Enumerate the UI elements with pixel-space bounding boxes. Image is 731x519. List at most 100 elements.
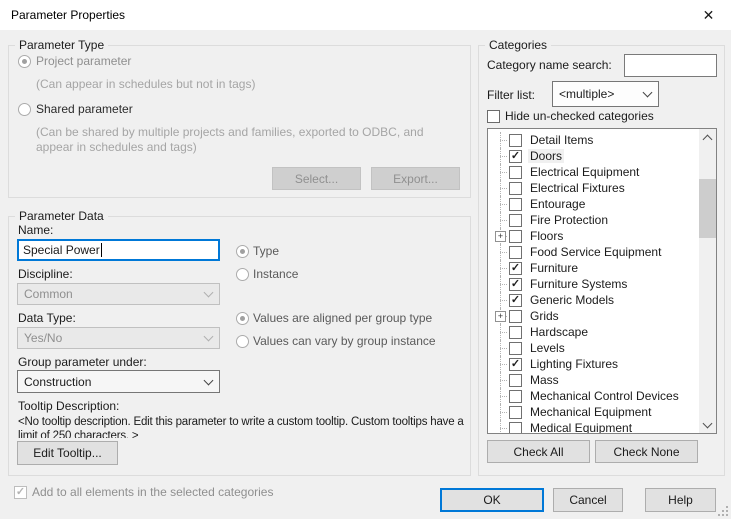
title-bar: Parameter Properties ✕ bbox=[0, 0, 731, 30]
expand-icon[interactable]: + bbox=[492, 308, 509, 324]
category-checkbox[interactable] bbox=[509, 325, 522, 339]
category-checkbox[interactable] bbox=[509, 309, 522, 323]
name-input[interactable]: Special Power bbox=[17, 239, 220, 261]
category-row[interactable]: Mechanical Equipment bbox=[488, 404, 699, 420]
type-radio-label: Type bbox=[253, 244, 280, 258]
category-row[interactable]: Detail Items bbox=[488, 132, 699, 148]
check-all-button[interactable]: Check All bbox=[487, 440, 590, 463]
tree-connector bbox=[492, 388, 509, 404]
category-checkbox[interactable] bbox=[509, 197, 522, 211]
project-parameter-desc: (Can appear in schedules but not in tags… bbox=[36, 77, 256, 91]
category-row[interactable]: ✓ Doors bbox=[488, 148, 699, 164]
expand-icon[interactable]: + bbox=[492, 228, 509, 244]
data-type-value: Yes/No bbox=[24, 331, 63, 345]
add-to-all-checkbox[interactable]: ✓ bbox=[14, 486, 27, 499]
category-row[interactable]: ✓ Generic Models bbox=[488, 292, 699, 308]
tree-connector bbox=[492, 180, 509, 196]
category-row[interactable]: Entourage bbox=[488, 196, 699, 212]
category-tree-rows: Detail Items ✓ Doors Electrical Equipment El… bbox=[488, 132, 699, 433]
category-label: Food Service Equipment bbox=[530, 245, 662, 259]
category-row[interactable]: Mechanical Control Devices bbox=[488, 388, 699, 404]
scrollbar[interactable] bbox=[699, 129, 716, 433]
data-type-label: Data Type: bbox=[18, 311, 76, 325]
instance-radio-label: Instance bbox=[253, 267, 299, 281]
values-aligned-radio-label: Values are aligned per group type bbox=[253, 311, 433, 325]
category-checkbox[interactable] bbox=[509, 245, 522, 259]
export-button[interactable]: Export... bbox=[371, 167, 460, 190]
category-label: Detail Items bbox=[530, 133, 594, 147]
category-row[interactable]: ✓ Lighting Fixtures bbox=[488, 356, 699, 372]
values-vary-radio[interactable] bbox=[236, 335, 249, 348]
category-row[interactable]: Levels bbox=[488, 340, 699, 356]
resize-grip-icon[interactable] bbox=[718, 506, 728, 516]
category-checkbox[interactable] bbox=[509, 421, 522, 433]
category-row[interactable]: ✓ Furniture Systems bbox=[488, 276, 699, 292]
category-row[interactable]: Electrical Equipment bbox=[488, 164, 699, 180]
category-checkbox[interactable]: ✓ bbox=[509, 261, 522, 275]
category-row[interactable]: Medical Equipment bbox=[488, 420, 699, 433]
cancel-button[interactable]: Cancel bbox=[553, 488, 623, 512]
category-checkbox[interactable] bbox=[509, 181, 522, 195]
shared-parameter-desc: (Can be shared by multiple projects and … bbox=[36, 125, 424, 154]
data-type-select[interactable]: Yes/No bbox=[17, 327, 220, 349]
scrollbar-thumb[interactable] bbox=[699, 179, 716, 238]
filter-list-label: Filter list: bbox=[487, 88, 535, 102]
parameter-type-title: Parameter Type bbox=[15, 38, 109, 52]
values-aligned-radio[interactable] bbox=[236, 312, 249, 325]
category-checkbox[interactable]: ✓ bbox=[509, 357, 522, 371]
category-row[interactable]: Food Service Equipment bbox=[488, 244, 699, 260]
category-checkbox[interactable] bbox=[509, 229, 522, 243]
tooltip-description-label: Tooltip Description: bbox=[18, 399, 120, 413]
ok-button[interactable]: OK bbox=[440, 488, 544, 512]
tree-connector bbox=[492, 132, 509, 148]
shared-parameter-radio[interactable] bbox=[18, 103, 31, 116]
hide-unchecked-checkbox[interactable] bbox=[487, 110, 500, 123]
category-label: Mechanical Equipment bbox=[530, 405, 652, 419]
category-checkbox[interactable]: ✓ bbox=[509, 293, 522, 307]
category-checkbox[interactable] bbox=[509, 165, 522, 179]
project-parameter-radio[interactable] bbox=[18, 55, 31, 68]
close-icon[interactable]: ✕ bbox=[686, 0, 731, 30]
type-radio[interactable] bbox=[236, 245, 249, 258]
category-row[interactable]: Electrical Fixtures bbox=[488, 180, 699, 196]
select-button[interactable]: Select... bbox=[272, 167, 361, 190]
category-checkbox[interactable] bbox=[509, 405, 522, 419]
tooltip-description-text: <No tooltip description. Edit this param… bbox=[18, 416, 464, 438]
category-row[interactable]: Hardscape bbox=[488, 324, 699, 340]
category-tree: Detail Items ✓ Doors Electrical Equipment El… bbox=[487, 128, 717, 434]
filter-list-value: <multiple> bbox=[559, 87, 615, 101]
tree-connector bbox=[492, 420, 509, 433]
category-label: Furniture bbox=[530, 261, 579, 275]
category-checkbox[interactable]: ✓ bbox=[509, 149, 522, 163]
category-row[interactable]: + Floors bbox=[488, 228, 699, 244]
filter-list-select[interactable]: <multiple> bbox=[552, 81, 659, 107]
category-row[interactable]: Mass bbox=[488, 372, 699, 388]
category-row[interactable]: + Grids bbox=[488, 308, 699, 324]
category-label: Doors bbox=[528, 149, 565, 163]
category-checkbox[interactable] bbox=[509, 373, 522, 387]
category-label: Furniture Systems bbox=[530, 277, 628, 291]
instance-radio[interactable] bbox=[236, 268, 249, 281]
scrollbar-up-icon[interactable] bbox=[699, 129, 716, 146]
edit-tooltip-button[interactable]: Edit Tooltip... bbox=[17, 441, 118, 465]
category-label: Grids bbox=[530, 309, 559, 323]
discipline-select[interactable]: Common bbox=[17, 283, 220, 305]
category-checkbox[interactable] bbox=[509, 213, 522, 227]
help-button[interactable]: Help bbox=[645, 488, 716, 512]
group-under-value: Construction bbox=[24, 374, 92, 389]
group-under-select[interactable]: Construction bbox=[17, 370, 220, 393]
category-row[interactable]: ✓ Furniture bbox=[488, 260, 699, 276]
scrollbar-down-icon[interactable] bbox=[699, 416, 716, 433]
category-checkbox[interactable] bbox=[509, 133, 522, 147]
tree-connector bbox=[492, 148, 509, 164]
check-none-button[interactable]: Check None bbox=[595, 440, 698, 463]
category-checkbox[interactable] bbox=[509, 341, 522, 355]
tree-connector bbox=[492, 356, 509, 372]
parameter-properties-dialog: Parameter Properties ✕ Parameter Type Pr… bbox=[0, 0, 731, 519]
category-checkbox[interactable]: ✓ bbox=[509, 277, 522, 291]
tree-connector bbox=[492, 276, 509, 292]
parameter-data-title: Parameter Data bbox=[15, 209, 108, 223]
category-search-input[interactable] bbox=[624, 54, 717, 77]
category-checkbox[interactable] bbox=[509, 389, 522, 403]
category-row[interactable]: Fire Protection bbox=[488, 212, 699, 228]
